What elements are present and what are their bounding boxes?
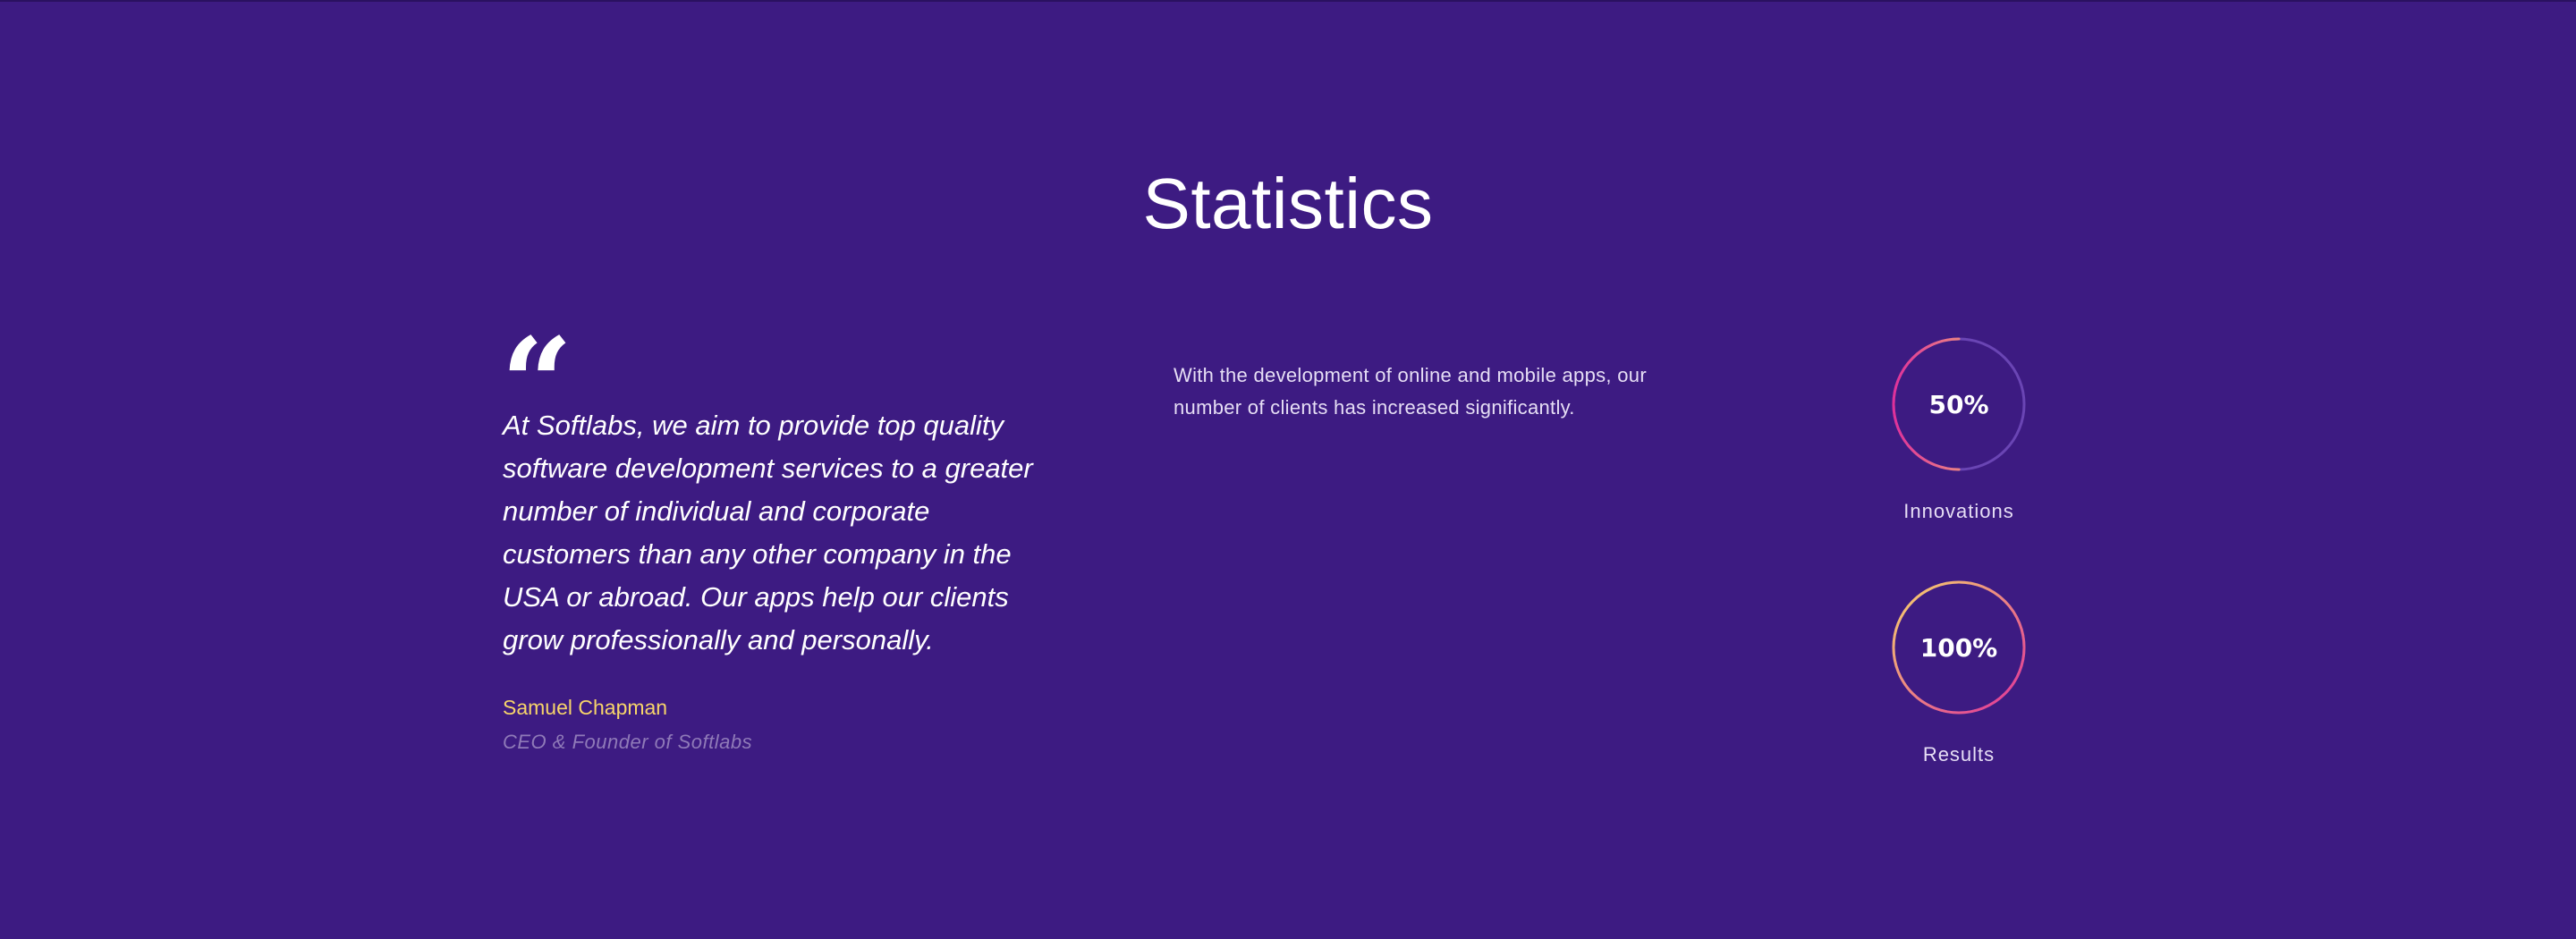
stat-label: Results xyxy=(1922,743,1996,766)
progress-circle-innovations: 50% xyxy=(1892,337,2026,471)
quote-author: Samuel Chapman xyxy=(503,696,668,719)
quote-author-role: CEO & Founder of Softlabs xyxy=(503,731,753,753)
section-title: Statistics xyxy=(1142,164,1434,243)
stat-value: 50% xyxy=(1928,390,1988,419)
section-top-border xyxy=(0,0,2576,2)
stat-label: Innovations xyxy=(1903,500,2014,522)
progress-circle-results: 100% xyxy=(1892,580,2026,715)
quote-mark-icon: “ xyxy=(501,331,573,388)
quote-text: At Softlabs, we aim to provide top quali… xyxy=(503,410,1033,656)
stat-results: 100% Results xyxy=(1878,579,2039,767)
stat-innovations: 50% Innovations xyxy=(1878,336,2039,524)
stats-description: With the development of online and mobil… xyxy=(1174,364,1647,419)
stat-value: 100% xyxy=(1920,633,1998,663)
